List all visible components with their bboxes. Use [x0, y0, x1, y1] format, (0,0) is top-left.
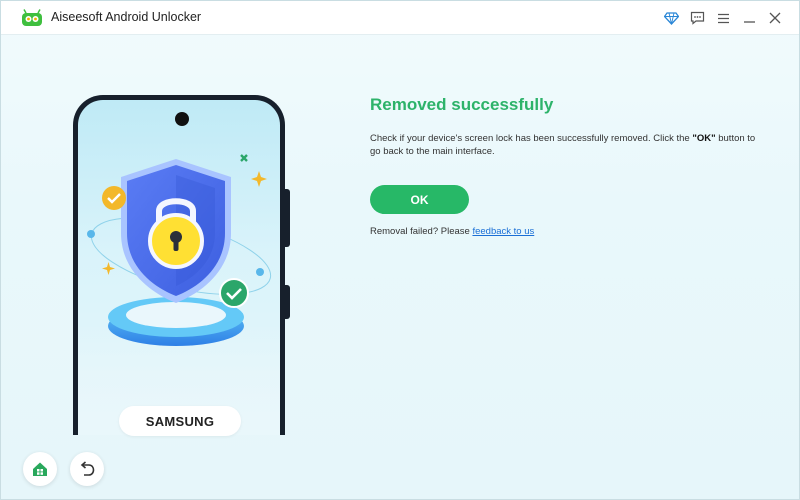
success-description: Check if your device's screen lock has b… [370, 133, 756, 157]
title-bar: Aiseesoft Android Unlocker [1, 1, 799, 35]
app-logo-icon [22, 9, 42, 26]
menu-icon[interactable] [714, 9, 732, 27]
removal-failed-line: Removal failed? Please feedback to us [370, 226, 535, 237]
feedback-link[interactable]: feedback to us [472, 226, 534, 237]
app-title: Aiseesoft Android Unlocker [51, 10, 202, 24]
back-button[interactable] [70, 452, 104, 486]
minimize-icon[interactable] [740, 9, 758, 27]
feedback-icon[interactable] [688, 9, 706, 27]
shield-lock-illustration [87, 154, 272, 346]
home-icon [33, 462, 47, 476]
camera-dot [175, 112, 189, 126]
home-button[interactable] [23, 452, 57, 486]
back-arrow-icon [80, 461, 95, 476]
success-heading: Removed successfully [370, 95, 554, 114]
device-brand-label: SAMSUNG [119, 406, 241, 436]
app-window: Aiseesoft Android Unlocker SAMSUNG Remov… [0, 0, 800, 500]
diamond-icon[interactable] [662, 9, 680, 27]
ok-button[interactable]: OK [370, 185, 469, 214]
close-icon[interactable] [766, 9, 784, 27]
